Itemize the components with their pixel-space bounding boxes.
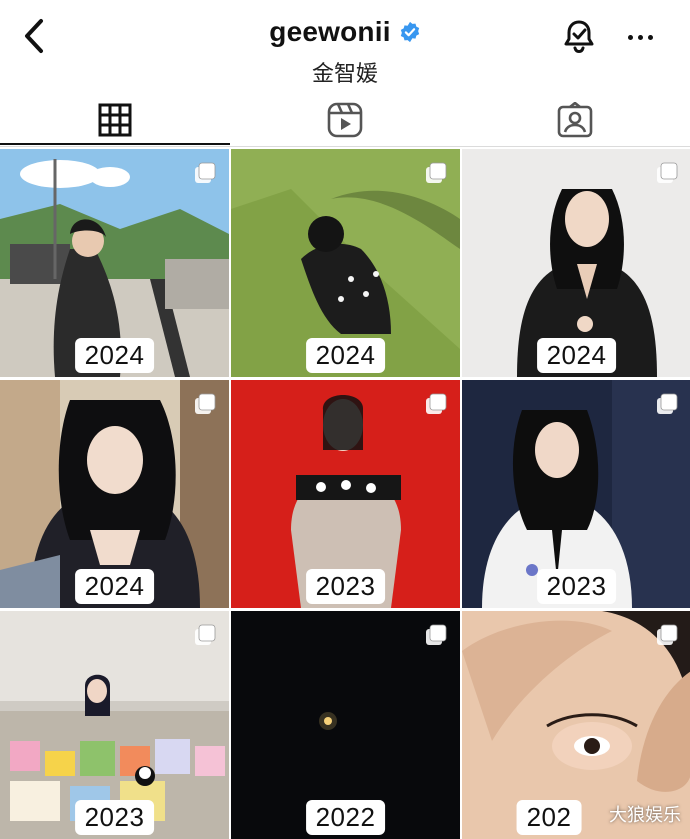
post-year-label: 2023 bbox=[536, 569, 617, 604]
more-options-button[interactable] bbox=[618, 16, 662, 58]
post-tile[interactable]: 2024 bbox=[0, 380, 229, 608]
more-dot-icon bbox=[647, 34, 653, 40]
more-dot-icon bbox=[627, 34, 633, 40]
post-tile[interactable]: 2024 bbox=[0, 149, 229, 377]
post-year-label: 2022 bbox=[305, 800, 386, 835]
more-dot-icon bbox=[637, 34, 643, 40]
multi-photo-icon bbox=[657, 624, 678, 645]
watermark: 大狼娱乐 bbox=[609, 805, 681, 826]
multi-photo-icon bbox=[426, 624, 447, 645]
verified-badge-icon bbox=[400, 21, 419, 43]
tagged-icon bbox=[557, 102, 593, 138]
tab-tagged[interactable] bbox=[460, 95, 690, 145]
username: geewonii bbox=[269, 16, 391, 47]
multi-photo-icon bbox=[195, 393, 216, 414]
tab-posts[interactable] bbox=[0, 95, 230, 145]
multi-photo-icon bbox=[657, 162, 678, 183]
post-year-label: 202 bbox=[516, 800, 582, 835]
post-year-label: 2023 bbox=[305, 569, 386, 604]
profile-tabs bbox=[0, 95, 690, 147]
tab-reels[interactable] bbox=[230, 95, 460, 145]
multi-photo-icon bbox=[657, 393, 678, 414]
multi-photo-icon bbox=[426, 393, 447, 414]
notifications-button[interactable] bbox=[558, 16, 600, 58]
post-year-label: 2024 bbox=[305, 338, 386, 373]
post-tile[interactable]: 2024 bbox=[462, 149, 690, 377]
multi-photo-icon bbox=[195, 624, 216, 645]
post-tile[interactable]: 2022 bbox=[231, 611, 460, 839]
post-tile[interactable]: 2023 bbox=[0, 611, 229, 839]
multi-photo-icon bbox=[195, 162, 216, 183]
multi-photo-icon bbox=[426, 162, 447, 183]
post-year-label: 2024 bbox=[536, 338, 617, 373]
tabs-divider bbox=[0, 146, 690, 147]
bell-check-icon bbox=[564, 20, 594, 54]
post-tile[interactable]: 2024 bbox=[231, 149, 460, 377]
post-year-label: 2024 bbox=[74, 569, 155, 604]
post-year-label: 2024 bbox=[74, 338, 155, 373]
real-name: 金智媛 bbox=[311, 62, 378, 87]
profile-header: geewonii 金智媛 bbox=[0, 0, 690, 95]
post-tile[interactable]: 2023 bbox=[231, 380, 460, 608]
post-tile[interactable]: 2023 bbox=[462, 380, 690, 608]
grid-icon bbox=[98, 103, 132, 137]
post-year-label: 2023 bbox=[74, 800, 155, 835]
reels-icon bbox=[327, 102, 363, 138]
posts-grid: 2024 2024 2024 2024 2023 2023 2023 2022 … bbox=[0, 149, 690, 839]
username-row: geewonii bbox=[269, 16, 420, 48]
post-tile[interactable]: 202 大狼娱乐 bbox=[462, 611, 690, 839]
